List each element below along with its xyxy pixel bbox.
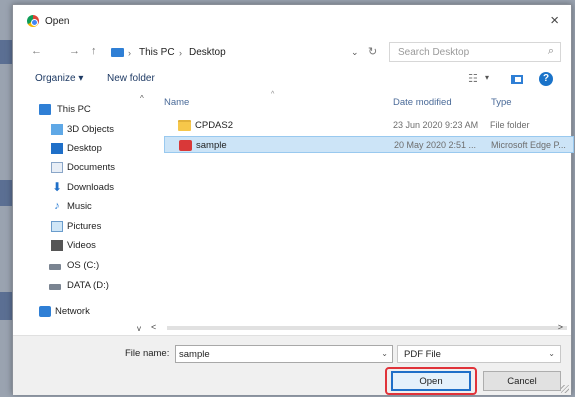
file-type-filter[interactable]: PDF File ⌄ — [397, 345, 561, 363]
sidebar-item-videos[interactable]: Videos — [13, 237, 153, 255]
3d-objects-icon — [51, 124, 63, 135]
sidebar-item-label: 3D Objects — [67, 124, 114, 135]
open-file-dialog: Open × ← → ↑ › This PC › Desktop ⌄ ↻ ⌕ O… — [12, 4, 574, 395]
resize-grip[interactable] — [561, 385, 569, 393]
sidebar-item-documents[interactable]: Documents — [13, 159, 153, 177]
file-date: 20 May 2020 2:51 ... — [394, 140, 477, 150]
sidebar-item-this-pc[interactable]: This PC — [13, 101, 153, 119]
sidebar-item-downloads[interactable]: ⬇ Downloads — [13, 179, 153, 197]
file-name-combobox[interactable]: ⌄ — [175, 345, 393, 363]
sidebar-item-label: DATA (D:) — [67, 280, 109, 291]
close-icon[interactable]: × — [550, 12, 559, 29]
file-row-sample[interactable]: sample 20 May 2020 2:51 ... Microsoft Ed… — [164, 136, 574, 153]
this-pc-icon — [111, 48, 124, 57]
horizontal-scrollbar[interactable]: < > — [131, 321, 567, 335]
videos-icon — [51, 240, 63, 251]
new-folder-button[interactable]: New folder — [107, 73, 155, 84]
breadcrumb-this-pc[interactable]: This PC — [139, 47, 175, 58]
chevron-down-icon[interactable]: ⌄ — [548, 349, 555, 358]
search-input[interactable] — [398, 46, 538, 59]
dialog-title: Open — [45, 16, 70, 27]
pc-icon — [39, 104, 51, 115]
address-bar-row: ← → ↑ › This PC › Desktop ⌄ ↻ ⌕ — [13, 39, 571, 65]
column-header-date-modified[interactable]: Date modified — [393, 97, 452, 108]
sidebar-item-label: Documents — [67, 162, 116, 173]
sidebar-item-music[interactable]: ♪ Music — [13, 198, 153, 216]
address-dropdown-icon[interactable]: ⌄ — [351, 47, 359, 58]
search-icon[interactable]: ⌕ — [548, 45, 554, 58]
file-date: 23 Jun 2020 9:23 AM — [393, 120, 479, 130]
sidebar-item-3d-objects[interactable]: 3D Objects — [13, 121, 153, 139]
column-header-name[interactable]: Name — [164, 97, 189, 108]
sidebar-item-pictures[interactable]: Pictures — [13, 218, 153, 236]
search-box[interactable]: ⌕ — [389, 42, 561, 62]
music-icon: ♪ — [54, 200, 60, 212]
desktop-icon — [51, 143, 63, 154]
sidebar-item-network[interactable]: Network — [13, 303, 153, 321]
breadcrumb-separator: › — [179, 48, 182, 58]
help-icon[interactable]: ? — [539, 72, 553, 86]
sidebar-item-desktop[interactable]: Desktop — [13, 140, 153, 158]
organize-button[interactable]: Organize ▾ — [35, 73, 83, 84]
file-type: File folder — [490, 120, 530, 130]
file-list: Name ^ Date modified Type CPDAS2 23 Jun … — [158, 91, 574, 321]
view-options-chevron-icon[interactable]: ▾ — [485, 73, 489, 82]
dialog-footer: File name: ⌄ PDF File ⌄ Open Cancel — [13, 335, 571, 395]
up-arrow-icon[interactable]: ↑ — [91, 45, 97, 57]
sidebar-item-label: Network — [55, 306, 90, 317]
preview-pane-icon[interactable] — [511, 75, 523, 84]
network-icon — [39, 306, 51, 317]
drive-icon — [49, 264, 61, 270]
scroll-left-icon[interactable]: < — [151, 322, 156, 332]
documents-icon — [51, 162, 63, 173]
file-name: CPDAS2 — [195, 120, 234, 131]
pdf-icon — [179, 140, 192, 151]
title-bar: Open × — [13, 5, 571, 35]
sidebar-item-label: This PC — [57, 104, 91, 115]
file-row-cpdas2[interactable]: CPDAS2 23 Jun 2020 9:23 AM File folder — [164, 117, 574, 134]
scrollbar-track[interactable] — [167, 326, 567, 330]
breadcrumb-separator: › — [128, 48, 131, 58]
sidebar-item-label: Downloads — [67, 182, 114, 193]
sidebar-item-label: Pictures — [67, 221, 102, 232]
sort-indicator-icon: ^ — [271, 91, 275, 98]
breadcrumb-desktop[interactable]: Desktop — [189, 47, 226, 58]
refresh-icon[interactable]: ↻ — [368, 45, 377, 58]
forward-arrow-icon[interactable]: → — [69, 45, 80, 57]
drive-icon — [49, 284, 61, 290]
file-name: sample — [196, 140, 227, 151]
file-name-input[interactable] — [179, 348, 369, 360]
sidebar-item-label: Desktop — [67, 143, 102, 154]
sidebar-item-data-d[interactable]: DATA (D:) — [13, 277, 153, 295]
column-header-type[interactable]: Type — [491, 97, 512, 108]
view-options-icon[interactable]: ☷ — [468, 72, 478, 85]
downloads-icon: ⬇ — [51, 180, 63, 194]
file-name-label: File name: — [125, 348, 170, 359]
navigation-pane: ^ This PC 3D Objects Desktop Documents ⬇… — [13, 91, 158, 321]
sidebar-item-label: Videos — [67, 240, 96, 251]
back-arrow-icon[interactable]: ← — [31, 45, 42, 57]
chrome-icon — [27, 15, 39, 27]
open-button[interactable]: Open — [391, 371, 471, 391]
command-toolbar: Organize ▾ New folder ☷ ▾ ? — [13, 67, 571, 91]
file-type: Microsoft Edge P... — [491, 140, 566, 150]
sidebar-item-label: Music — [67, 201, 92, 212]
file-type-filter-value: PDF File — [404, 349, 441, 360]
scroll-right-icon[interactable]: > — [558, 322, 563, 332]
sidebar-item-os-c[interactable]: OS (C:) — [13, 257, 153, 275]
chevron-down-icon[interactable]: ⌄ — [381, 349, 388, 358]
sidebar-item-label: OS (C:) — [67, 260, 100, 271]
folder-icon — [178, 120, 191, 131]
pictures-icon — [51, 221, 63, 232]
cancel-button[interactable]: Cancel — [483, 371, 561, 391]
